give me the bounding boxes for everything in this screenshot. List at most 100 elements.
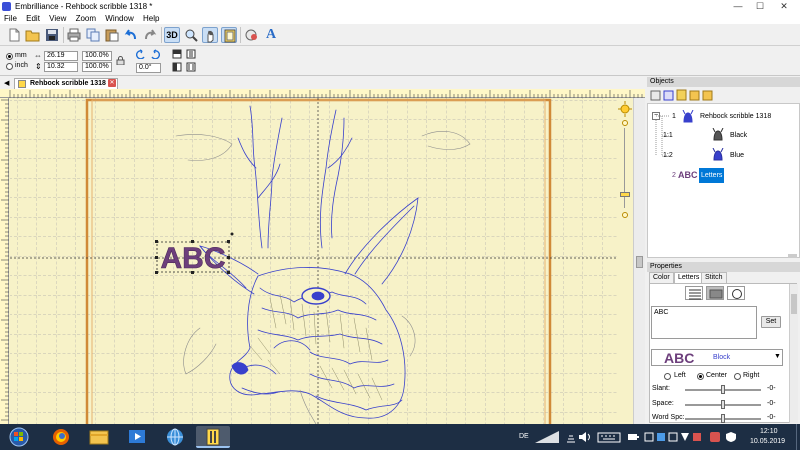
globe-app-icon[interactable] xyxy=(158,426,192,448)
clock-date[interactable]: 10.05.2019 xyxy=(750,438,785,445)
zoom-panel xyxy=(617,98,633,424)
menu-help[interactable]: Help xyxy=(143,13,159,24)
hand-icon[interactable] xyxy=(202,27,218,43)
objects-toolbar-icons xyxy=(650,89,713,101)
rotation-field[interactable]: 0.0° xyxy=(136,63,161,73)
network-icon[interactable] xyxy=(566,431,576,443)
show-desktop-button[interactable] xyxy=(796,424,800,450)
document-tab[interactable]: Rehbock scribble 1318 * xyxy=(14,78,118,89)
unit-inch-radio[interactable] xyxy=(6,63,13,70)
word-spacing-slider-knob[interactable] xyxy=(721,414,725,423)
tab-color[interactable]: Color xyxy=(649,272,674,283)
space-slider-knob[interactable] xyxy=(721,400,725,409)
battery-icon[interactable] xyxy=(627,431,639,443)
font-dropdown-chevron-icon[interactable]: ▼ xyxy=(774,353,781,360)
print-icon[interactable] xyxy=(66,27,82,43)
align-center-radio[interactable] xyxy=(697,373,704,380)
minimize-button[interactable]: — xyxy=(730,0,746,13)
tree-item-letters-label[interactable]: Letters xyxy=(699,168,725,183)
height-percent-field[interactable]: 100.0% xyxy=(82,62,112,72)
close-button[interactable]: ✕ xyxy=(776,0,792,13)
volume-icon[interactable] xyxy=(578,431,592,443)
unit-mm-radio[interactable] xyxy=(6,53,13,60)
file-explorer-icon[interactable] xyxy=(82,426,116,448)
open-icon[interactable] xyxy=(25,27,41,43)
tab-scroll-left-icon[interactable]: ◀ xyxy=(4,79,9,87)
menu-edit[interactable]: Edit xyxy=(26,13,40,24)
fill-block-button[interactable] xyxy=(706,286,724,300)
tab-letters[interactable]: Letters xyxy=(674,272,704,283)
text-tool-button[interactable]: A xyxy=(263,27,279,43)
paste-icon[interactable] xyxy=(104,27,120,43)
tree-item-blue-label[interactable]: Blue xyxy=(730,152,744,159)
hoop-frame-icon[interactable] xyxy=(221,27,237,43)
keyboard-icon[interactable] xyxy=(597,431,621,443)
new-icon[interactable] xyxy=(6,27,22,43)
embroidery-workspace[interactable]: ABC xyxy=(10,98,617,424)
save-icon[interactable] xyxy=(44,27,60,43)
slant-slider-knob[interactable] xyxy=(721,385,725,394)
menu-zoom[interactable]: Zoom xyxy=(76,13,96,24)
objects-scrollbar-thumb[interactable] xyxy=(788,254,797,258)
tree-item-black-label[interactable]: Black xyxy=(730,132,747,139)
rotate-right-icon[interactable] xyxy=(150,49,160,60)
tray-icons[interactable] xyxy=(644,431,704,443)
rotation-handle[interactable] xyxy=(230,232,234,236)
media-player-icon[interactable] xyxy=(120,426,154,448)
menu-view[interactable]: View xyxy=(49,13,66,24)
zoom-out-button[interactable] xyxy=(622,212,628,218)
zoom-icon[interactable] xyxy=(183,27,199,43)
lock-ratio-icon[interactable] xyxy=(116,56,125,66)
shield-tray-icon[interactable] xyxy=(725,431,737,443)
tree-item-index: 1:2 xyxy=(663,152,673,159)
document-tab-close-icon[interactable]: ✕ xyxy=(108,79,116,87)
mirror-vertical-icon[interactable] xyxy=(172,62,182,72)
align-left-radio[interactable] xyxy=(664,373,671,380)
width-percent-field[interactable]: 100.0% xyxy=(82,51,112,61)
letters-text-input[interactable]: ABC xyxy=(651,306,757,339)
word-spacing-value: -0- xyxy=(767,414,776,421)
3d-view-button[interactable]: 3D xyxy=(164,27,180,43)
clock-time[interactable]: 12:10 xyxy=(760,428,778,435)
mirror-horizontal-icon[interactable] xyxy=(172,49,182,59)
firefox-icon[interactable] xyxy=(44,426,78,448)
document-tab-bar: ◀ Rehbock scribble 1318 * ✕ xyxy=(0,77,645,89)
copy-icon[interactable] xyxy=(85,27,101,43)
width-field[interactable]: 26.19 xyxy=(44,51,78,61)
maximize-button[interactable]: ☐ xyxy=(752,0,768,13)
language-indicator[interactable]: DE xyxy=(519,433,529,440)
taskbar: DE 12:10 10.05.2019 xyxy=(0,424,800,450)
tree-item-design-label[interactable]: Rehbock scribble 1318 xyxy=(700,113,771,120)
properties-scrollbar[interactable] xyxy=(789,284,798,423)
windows-start-icon[interactable] xyxy=(2,426,36,448)
set-button[interactable]: Set xyxy=(761,316,781,328)
signal-strength-icon[interactable] xyxy=(534,430,560,444)
align-lines-button[interactable] xyxy=(685,286,703,300)
redo-icon[interactable] xyxy=(142,27,158,43)
undo-icon[interactable] xyxy=(123,27,139,43)
rotate-left-icon[interactable] xyxy=(136,49,146,60)
circle-text-button[interactable] xyxy=(727,286,745,300)
add-stitch-icon[interactable] xyxy=(244,27,260,43)
design-canvas[interactable]: ABC xyxy=(0,89,645,424)
menu-file[interactable]: File xyxy=(4,13,17,24)
tab-stitch[interactable]: Stitch xyxy=(701,272,727,283)
letters-text: ABC xyxy=(161,242,226,275)
vertical-scrollbar-thumb[interactable] xyxy=(636,256,643,268)
zoom-slider-knob[interactable] xyxy=(620,192,630,197)
dimensions-bar: mm inch ⇔ 26.19 100.0% ⇕ 10.32 100.0% 0.… xyxy=(0,46,800,76)
align-right-radio[interactable] xyxy=(734,373,741,380)
menu-window[interactable]: Window xyxy=(105,13,133,24)
properties-panel: Color Letters Stitch ABC Set ABC Block ▼… xyxy=(647,272,800,424)
zoom-in-button[interactable] xyxy=(622,120,628,126)
objects-tree[interactable]: − 1 Rehbock scribble 1318 1:1 Black 1:2 … xyxy=(647,103,800,258)
properties-scrollbar-thumb[interactable] xyxy=(791,294,797,314)
distribute-tool-icon[interactable] xyxy=(186,62,196,72)
height-field[interactable]: 10.32 xyxy=(44,62,78,72)
acrobat-tray-icon[interactable] xyxy=(709,431,721,443)
embrilliance-icon[interactable] xyxy=(196,426,230,448)
vertical-scrollbar[interactable] xyxy=(633,98,645,424)
align-tool-icon[interactable] xyxy=(186,49,196,59)
main-toolbar: 3D A xyxy=(0,24,800,46)
font-selector[interactable]: ABC Block ▼ xyxy=(651,349,783,366)
